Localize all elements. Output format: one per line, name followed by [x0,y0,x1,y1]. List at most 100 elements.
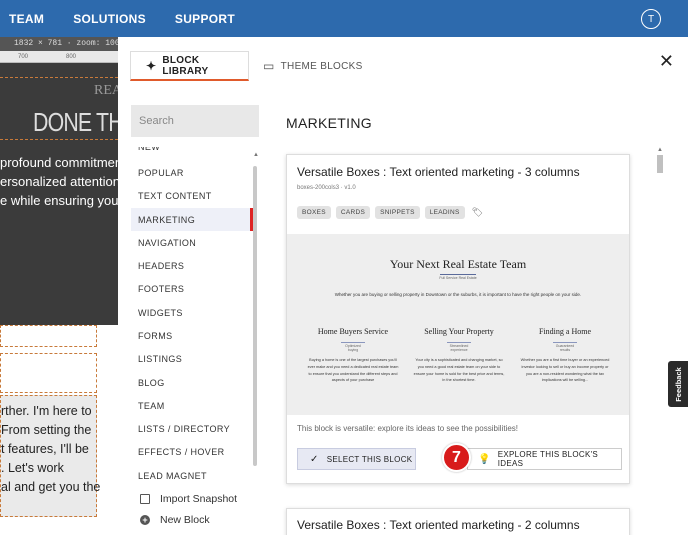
dashed-box [0,325,97,347]
tag[interactable]: LEADINS [424,206,465,219]
background-editor: 1832 × 781 · zoom: 100 700 800 REA DONE … [0,37,118,535]
preview-column-heading: Finding a Home [539,327,591,336]
banner-section: REA DONE THE profound commitment ersonal… [0,63,118,325]
editor-ruler: 700 800 [0,51,118,63]
category-item[interactable]: EFFECTS / HOVER [131,440,253,463]
check-icon: ✓ [310,453,319,465]
preview-title: Your Next Real Estate Team [389,257,527,271]
tab-theme-blocks[interactable]: ▭ THEME BLOCKS [249,51,363,81]
category-scrollbar[interactable]: ▲ [253,152,259,482]
category-item[interactable]: LISTINGS [131,347,253,370]
dashed-guide [0,139,118,140]
content-line: . Let's work [1,461,64,475]
close-icon[interactable]: ✕ [659,51,674,72]
tag-list: BOXES CARDS SNIPPETS LEADINS 🏷 [297,206,483,219]
banner-line: e while ensuring your [0,193,118,208]
scroll-thumb[interactable] [253,166,257,466]
block-library-modal: ✦ BLOCK LIBRARY ▭ THEME BLOCKS ✕ NEW POP… [118,37,688,535]
category-item[interactable]: HEADERS [131,254,253,277]
preview-column-text: Buying a home is one of the largest purc… [307,358,399,383]
snapshot-icon [140,494,150,504]
category-item[interactable]: FORMS [131,324,253,347]
category-item[interactable]: TEXT CONTENT [131,184,253,207]
banner-small-text: REA [94,83,118,98]
category-item[interactable]: LISTS / DIRECTORY [131,417,253,440]
import-snapshot-label: Import Snapshot [160,493,238,505]
tag[interactable]: BOXES [297,206,331,219]
banner-heading: DONE THE [33,107,118,137]
tag-icon: 🏷 [471,207,484,217]
tab-label: BLOCK LIBRARY [162,54,209,77]
category-item[interactable]: TEAM [131,394,253,417]
tab-block-library[interactable]: ✦ BLOCK LIBRARY [130,51,249,81]
top-nav: TEAM SOLUTIONS SUPPORT T [0,0,688,37]
preview-column-heading: Selling Your Property [424,327,494,336]
preview-column: Selling Your Property Streamlined experi… [409,327,509,384]
content-line: t features, I'll be [1,442,89,456]
avatar[interactable]: T [641,9,661,29]
content-line: rther. I'm here to [1,404,92,418]
content-scrollbar[interactable]: ▲ [656,147,664,535]
category-item[interactable]: WIDGETS [131,301,253,324]
scroll-thumb[interactable] [657,155,663,173]
block-preview[interactable]: Your Next Real Estate Team Full Service … [287,234,629,415]
step-number-badge: 7 [442,443,471,472]
category-item[interactable]: NEW [131,147,253,158]
tag[interactable]: SNIPPETS [375,206,420,219]
select-block-button[interactable]: ✓ SELECT THIS BLOCK [297,448,416,470]
feedback-tab[interactable]: Feedback [668,361,688,407]
content-line: al and get you the [1,480,101,494]
tag[interactable]: CARDS [335,206,371,219]
category-item[interactable]: BLOG [131,371,253,394]
preview-column-heading: Home Buyers Service [317,327,389,336]
banner-line: ersonalized attention, [0,174,118,189]
preview-column: Finding a Home Guaranteed results Whethe… [515,327,615,384]
category-item[interactable]: NAVIGATION [131,231,253,254]
ruler-tick: 700 [18,54,29,60]
category-item[interactable]: LEAD MAGNET [131,464,253,481]
new-block-label: New Block [160,514,210,526]
category-item-marketing[interactable]: MARKETING [131,208,253,231]
card-title: Versatile Boxes : Text oriented marketin… [297,165,580,179]
lightbulb-icon: 💡 [478,453,491,465]
category-item[interactable]: POPULAR [131,161,253,184]
editor-toolbar: 1832 × 781 · zoom: 100 [0,37,118,51]
nav-support[interactable]: SUPPORT [175,12,235,26]
content-line: From setting the [1,423,92,437]
preview-column-text: Whether you are a first time buyer or an… [520,358,610,383]
nav-solutions[interactable]: SOLUTIONS [73,12,146,26]
nav-team[interactable]: TEAM [9,12,44,26]
preview-intro: Whether you are buying or selling proper… [334,292,582,297]
magic-wand-icon: ✦ [146,58,157,73]
block-card: Versatile Boxes : Text oriented marketin… [286,154,630,484]
preview-column-tag: Streamlined experience [447,342,471,352]
category-item[interactable]: FOOTERS [131,277,253,300]
preview-subtitle: Full Service Real Estate [439,276,477,280]
dashed-box [0,353,97,393]
scroll-up-icon[interactable]: ▲ [657,147,663,153]
search-input[interactable] [131,105,259,137]
scroll-up-icon[interactable]: ▲ [253,152,259,158]
select-block-label: SELECT THIS BLOCK [326,454,413,464]
category-list: NEW POPULAR TEXT CONTENT MARKETING NAVIG… [131,147,259,481]
preview-column-text: Your city is a sophisticated and changin… [413,358,505,383]
preview-column: Home Buyers Service Optimized buying Buy… [303,327,403,384]
section-title: MARKETING [286,115,372,131]
card-description: This block is versatile: explore its ide… [297,424,518,433]
new-block-button[interactable]: + New Block [140,514,210,526]
dashed-guide [0,77,118,78]
content-section: rther. I'm here to From setting the t fe… [0,395,101,517]
explore-ideas-label: EXPLORE THIS BLOCK'S IDEAS [497,450,599,468]
plus-icon: + [140,515,150,525]
preview-column-tag: Guaranteed results [553,342,577,352]
card-title: Versatile Boxes : Text oriented marketin… [297,518,580,532]
feedback-label: Feedback [673,366,683,402]
preview-divider [440,274,476,275]
preview-column-tag: Optimized buying [341,342,365,352]
explore-ideas-button[interactable]: 💡 EXPLORE THIS BLOCK'S IDEAS [467,448,622,470]
tab-label: THEME BLOCKS [280,60,363,72]
import-snapshot-button[interactable]: Import Snapshot [140,493,237,505]
theme-icon: ▭ [263,59,275,73]
block-card: Versatile Boxes : Text oriented marketin… [286,508,630,535]
banner-line: profound commitment [0,155,118,170]
